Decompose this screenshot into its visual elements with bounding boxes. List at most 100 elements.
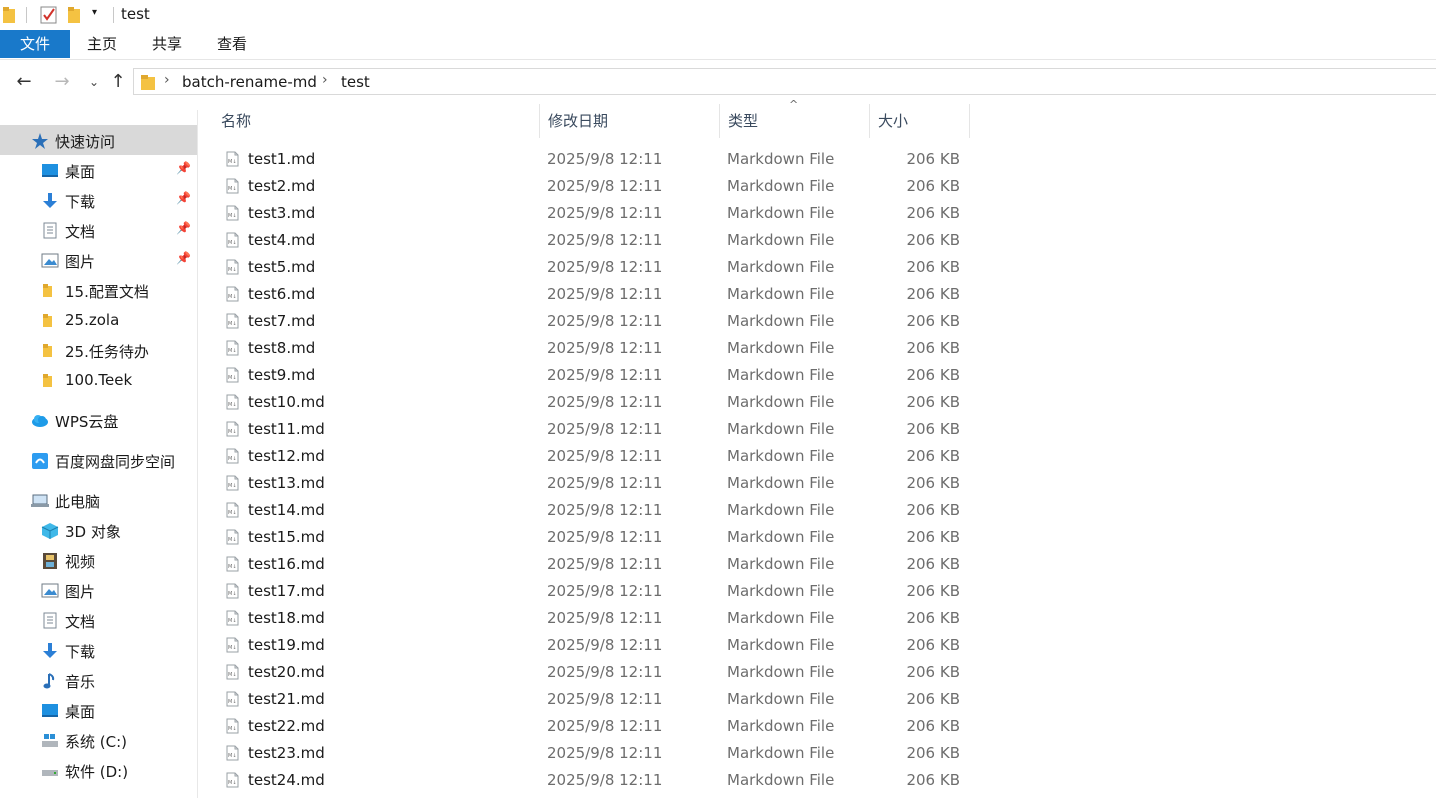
file-name: test17.md: [248, 582, 325, 600]
folder-icon: [41, 282, 59, 298]
markdown-file-icon: M↓: [226, 718, 239, 734]
sidebar-item-label: 图片: [65, 253, 96, 271]
sidebar-item-pc[interactable]: 软件 (D:): [0, 755, 197, 785]
svg-text:M↓: M↓: [228, 186, 237, 192]
file-date-modified: 2025/9/8 12:11: [547, 393, 663, 411]
sidebar-item-pc[interactable]: 文档: [0, 605, 197, 635]
file-date-modified: 2025/9/8 12:11: [547, 663, 663, 681]
file-row[interactable]: M↓ test4.md 2025/9/8 12:11 Markdown File 206…: [218, 227, 970, 254]
file-size: 206 KB: [906, 717, 960, 735]
sidebar-item-pc[interactable]: 音乐: [0, 665, 197, 695]
customize-quick-access-icon[interactable]: ▾: [92, 7, 97, 27]
file-size: 206 KB: [906, 231, 960, 249]
sidebar-item-baidu-netdisk[interactable]: 百度网盘同步空间: [0, 445, 197, 475]
column-header-name[interactable]: 名称: [213, 104, 540, 138]
new-folder-icon[interactable]: [67, 5, 81, 25]
sidebar-item-quick[interactable]: 25.任务待办: [0, 335, 197, 365]
file-row[interactable]: M↓ test1.md 2025/9/8 12:11 Markdown File 206…: [218, 146, 970, 173]
markdown-file-icon: M↓: [226, 286, 239, 302]
svg-text:M↓: M↓: [228, 510, 237, 516]
sidebar-item-this-pc[interactable]: 此电脑: [0, 485, 197, 515]
tab-home[interactable]: 主页: [80, 30, 124, 58]
sidebar-item-wps-cloud[interactable]: WPS云盘: [0, 405, 197, 435]
sidebar-item-quick[interactable]: 图片 📌: [0, 245, 197, 275]
file-row[interactable]: M↓ test2.md 2025/9/8 12:11 Markdown File 206…: [218, 173, 970, 200]
file-type: Markdown File: [727, 474, 835, 492]
file-size: 206 KB: [906, 744, 960, 762]
file-row[interactable]: M↓ test9.md 2025/9/8 12:11 Markdown File 206…: [218, 362, 970, 389]
sidebar-item-quick[interactable]: 100.Teek: [0, 365, 197, 395]
file-size: 206 KB: [906, 204, 960, 222]
file-row[interactable]: M↓ test8.md 2025/9/8 12:11 Markdown File 206…: [218, 335, 970, 362]
file-name: test14.md: [248, 501, 325, 519]
file-name: test23.md: [248, 744, 325, 762]
file-row[interactable]: M↓ test20.md 2025/9/8 12:11 Markdown File 20…: [218, 659, 970, 686]
pin-icon: 📌: [176, 191, 191, 205]
file-row[interactable]: M↓ test14.md 2025/9/8 12:11 Markdown File 20…: [218, 497, 970, 524]
file-type: Markdown File: [727, 339, 835, 357]
download-icon: [41, 642, 59, 658]
file-row[interactable]: M↓ test10.md 2025/9/8 12:11 Markdown File 20…: [218, 389, 970, 416]
file-name: test13.md: [248, 474, 325, 492]
file-date-modified: 2025/9/8 12:11: [547, 582, 663, 600]
markdown-file-icon: M↓: [226, 475, 239, 491]
file-row[interactable]: M↓ test16.md 2025/9/8 12:11 Markdown File 20…: [218, 551, 970, 578]
column-header-size[interactable]: 大小: [870, 104, 970, 138]
file-row[interactable]: M↓ test23.md 2025/9/8 12:11 Markdown File 20…: [218, 740, 970, 767]
file-row[interactable]: M↓ test19.md 2025/9/8 12:11 Markdown File 20…: [218, 632, 970, 659]
column-header-date[interactable]: 修改日期: [540, 104, 720, 138]
tab-file[interactable]: 文件: [0, 30, 70, 58]
file-date-modified: 2025/9/8 12:11: [547, 285, 663, 303]
file-size: 206 KB: [906, 150, 960, 168]
sidebar-item-pc[interactable]: 桌面: [0, 695, 197, 725]
back-button[interactable]: ←: [13, 71, 35, 93]
file-name: test19.md: [248, 636, 325, 654]
file-row[interactable]: M↓ test21.md 2025/9/8 12:11 Markdown File 20…: [218, 686, 970, 713]
sidebar-item-label: 系统 (C:): [65, 733, 127, 751]
recent-locations-chevron-down-icon[interactable]: ⌄: [83, 71, 105, 93]
file-type: Markdown File: [727, 528, 835, 546]
sidebar-item-pc[interactable]: 图片: [0, 575, 197, 605]
file-row[interactable]: M↓ test15.md 2025/9/8 12:11 Markdown File 20…: [218, 524, 970, 551]
markdown-file-icon: M↓: [226, 259, 239, 275]
sidebar-item-quick[interactable]: 25.zola: [0, 305, 197, 335]
file-row[interactable]: M↓ test12.md 2025/9/8 12:11 Markdown File 20…: [218, 443, 970, 470]
sidebar-item-pc[interactable]: 系统 (C:): [0, 725, 197, 755]
address-bar[interactable]: › batch-rename-md › test: [133, 68, 1436, 95]
sidebar-item-pc[interactable]: 下载: [0, 635, 197, 665]
file-name: test10.md: [248, 393, 325, 411]
sidebar-item-quick-access[interactable]: 快速访问: [0, 125, 197, 155]
chevron-right-icon: ›: [164, 72, 170, 88]
forward-button[interactable]: →: [51, 71, 73, 93]
file-row[interactable]: M↓ test24.md 2025/9/8 12:11 Markdown File 20…: [218, 767, 970, 794]
sidebar-item-label: 百度网盘同步空间: [55, 453, 176, 471]
svg-text:M↓: M↓: [228, 672, 237, 678]
file-row[interactable]: M↓ test18.md 2025/9/8 12:11 Markdown File 20…: [218, 605, 970, 632]
sidebar-item-quick[interactable]: 文档 📌: [0, 215, 197, 245]
file-row[interactable]: M↓ test13.md 2025/9/8 12:11 Markdown File 20…: [218, 470, 970, 497]
properties-icon[interactable]: [40, 5, 58, 25]
pictures-icon: [41, 582, 59, 598]
file-date-modified: 2025/9/8 12:11: [547, 258, 663, 276]
sidebar-item-pc[interactable]: 视频: [0, 545, 197, 575]
file-type: Markdown File: [727, 555, 835, 573]
file-row[interactable]: M↓ test17.md 2025/9/8 12:11 Markdown File 20…: [218, 578, 970, 605]
file-row[interactable]: M↓ test6.md 2025/9/8 12:11 Markdown File 206…: [218, 281, 970, 308]
file-date-modified: 2025/9/8 12:11: [547, 744, 663, 762]
sidebar-item-pc[interactable]: 3D 对象: [0, 515, 197, 545]
file-row[interactable]: M↓ test3.md 2025/9/8 12:11 Markdown File 206…: [218, 200, 970, 227]
breadcrumb-item[interactable]: test: [341, 73, 370, 91]
file-type: Markdown File: [727, 609, 835, 627]
sidebar-item-label: 快速访问: [55, 133, 116, 151]
file-row[interactable]: M↓ test11.md 2025/9/8 12:11 Markdown File 20…: [218, 416, 970, 443]
sidebar-item-quick[interactable]: 桌面 📌: [0, 155, 197, 185]
tab-share[interactable]: 共享: [145, 30, 189, 58]
breadcrumb-item[interactable]: batch-rename-md: [182, 73, 317, 91]
sidebar-item-quick[interactable]: 15.配置文档: [0, 275, 197, 305]
sidebar-item-quick[interactable]: 下载 📌: [0, 185, 197, 215]
tab-view[interactable]: 查看: [210, 30, 254, 58]
file-row[interactable]: M↓ test22.md 2025/9/8 12:11 Markdown File 20…: [218, 713, 970, 740]
file-row[interactable]: M↓ test7.md 2025/9/8 12:11 Markdown File 206…: [218, 308, 970, 335]
file-row[interactable]: M↓ test5.md 2025/9/8 12:11 Markdown File 206…: [218, 254, 970, 281]
up-button[interactable]: ↑: [107, 71, 129, 93]
